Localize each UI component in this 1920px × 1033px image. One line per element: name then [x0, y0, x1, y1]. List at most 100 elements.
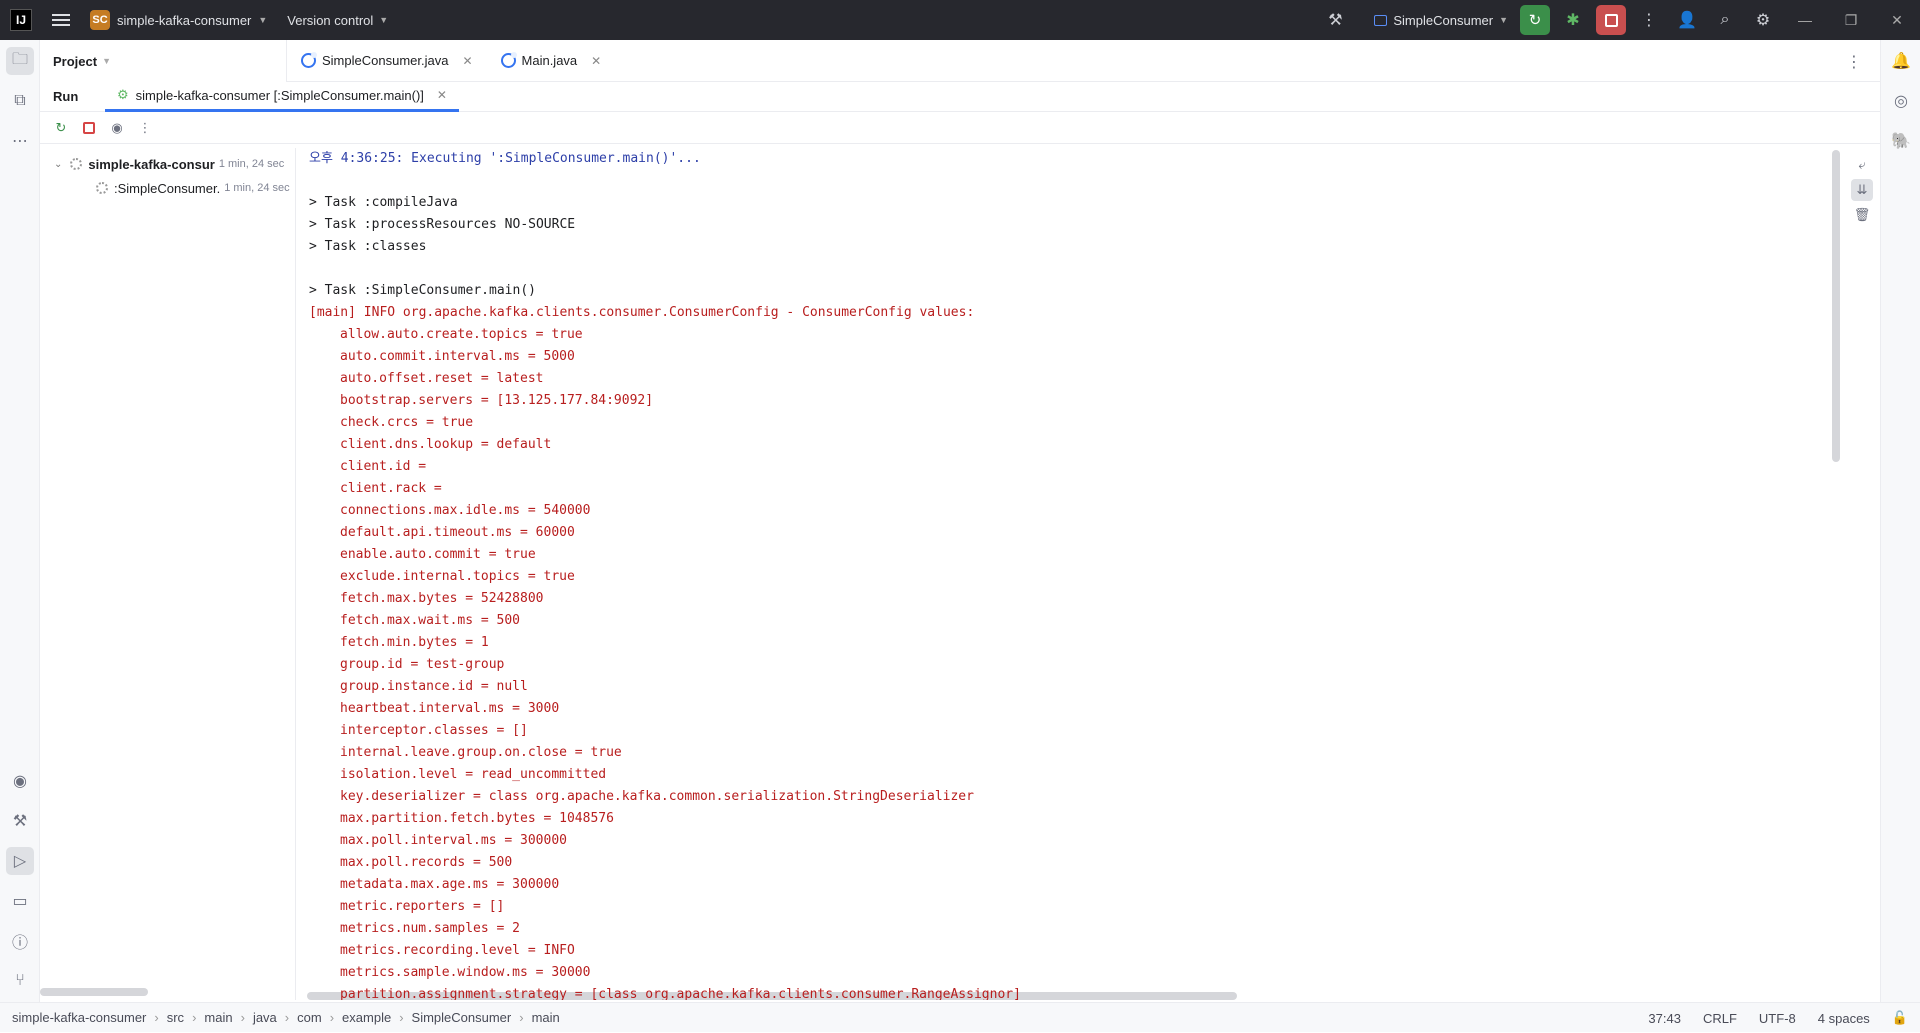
more-vertical-icon[interactable]: ⋮ [1635, 6, 1663, 34]
run-tab-label: simple-kafka-consumer [:SimpleConsumer.m… [135, 87, 424, 103]
chevron-down-icon: ▼ [379, 15, 389, 25]
tree-item-task[interactable]: :SimpleConsumer. 1 min, 24 sec [96, 176, 290, 200]
title-bar: IJ SC simple-kafka-consumer ▼ Version co… [0, 0, 1920, 40]
tab-simpleconsumer-java[interactable]: SimpleConsumer.java ✕ [287, 40, 487, 82]
breadcrumb-separator-icon: › [399, 1010, 404, 1025]
indent-setting[interactable]: 4 spaces [1818, 1011, 1870, 1026]
problems-icon[interactable]: ⓘ [6, 927, 34, 955]
main-menu-icon[interactable] [52, 14, 70, 26]
run-config-name: SimpleConsumer [1393, 12, 1494, 28]
settings-gear-icon[interactable]: ⚙ [1749, 6, 1777, 34]
console-line: fetch.max.bytes = 52428800 [340, 591, 544, 606]
editor-more-icon[interactable]: ⋮ [1846, 52, 1862, 72]
breadcrumb-item[interactable]: SimpleConsumer [412, 1010, 512, 1025]
tree-item-label: :SimpleConsumer. [114, 180, 221, 196]
git-branch-icon[interactable]: ⑂ [6, 967, 34, 995]
maximize-button[interactable]: ❐ [1828, 0, 1874, 40]
line-separator[interactable]: CRLF [1703, 1011, 1737, 1026]
intellij-logo-icon[interactable]: IJ [10, 9, 32, 31]
console-vertical-scrollbar[interactable] [1832, 150, 1840, 462]
console-line: fetch.min.bytes = 1 [340, 635, 489, 650]
project-folder-icon[interactable]: 🗀 [6, 47, 34, 75]
project-panel-header[interactable]: Project ▼ [40, 40, 287, 82]
file-encoding[interactable]: UTF-8 [1759, 1011, 1796, 1026]
build-icon[interactable]: ⚒ [6, 807, 34, 835]
running-spinner-icon [70, 158, 83, 170]
rerun-button[interactable]: ↻ [1520, 5, 1550, 35]
console-line: > Task :processResources NO-SOURCE [309, 217, 576, 232]
console-line: > Task :SimpleConsumer.main() [309, 283, 536, 298]
console-output[interactable]: 오후 4:36:25: Executing ':SimpleConsumer.m… [297, 148, 1842, 1000]
editor-tab-bar: SimpleConsumer.java ✕ Main.java ✕ ⋮ [287, 40, 1880, 82]
close-tab-icon[interactable]: ✕ [437, 88, 447, 102]
soft-wrap-icon[interactable]: ⤶ [1851, 154, 1873, 176]
cursor-position[interactable]: 37:43 [1648, 1011, 1681, 1026]
console-line: max.partition.fetch.bytes = 1048576 [340, 811, 614, 826]
stop-button[interactable] [1596, 5, 1626, 35]
breadcrumb-item[interactable]: java [253, 1010, 277, 1025]
console-line: metrics.recording.level = INFO [340, 943, 575, 958]
tree-item-project[interactable]: ⌄ simple-kafka-consur 1 min, 24 sec [54, 152, 284, 176]
minimize-button[interactable]: — [1782, 0, 1828, 40]
tree-item-label: simple-kafka-consur [88, 156, 215, 172]
console-line: default.api.timeout.ms = 60000 [340, 525, 575, 540]
show-eye-icon[interactable]: ◉ [108, 119, 126, 137]
console-line: group.id = test-group [340, 657, 505, 672]
notifications-bell-icon[interactable]: 🔔 [1887, 47, 1915, 75]
more-horizontal-icon[interactable]: ⋯ [6, 127, 34, 155]
console-line: group.instance.id = null [340, 679, 528, 694]
breadcrumb-item[interactable]: com [297, 1010, 322, 1025]
close-tab-icon[interactable]: ✕ [462, 54, 472, 68]
tree-horizontal-scrollbar[interactable] [40, 988, 148, 996]
breadcrumb-item[interactable]: simple-kafka-consumer [12, 1010, 146, 1025]
stop-icon[interactable] [80, 119, 98, 137]
add-user-icon[interactable]: 👤 [1673, 6, 1701, 34]
structure-icon[interactable]: ⧉ [6, 87, 34, 115]
build-hammer-icon[interactable]: ⚒ [1321, 6, 1349, 34]
console-line: [main] INFO org.apache.kafka.clients.con… [309, 305, 975, 320]
tab-main-java[interactable]: Main.java ✕ [487, 40, 616, 82]
console-line: > Task :classes [309, 239, 427, 254]
console-line: > Task :compileJava [309, 195, 458, 210]
search-icon[interactable]: ⌕ [1711, 6, 1739, 34]
console-line: bootstrap.servers = [13.125.177.84:9092] [340, 393, 654, 408]
breadcrumb-item[interactable]: src [167, 1010, 184, 1025]
gradle-elephant-icon[interactable]: 🐘 [1887, 127, 1915, 155]
close-window-button[interactable]: ✕ [1874, 0, 1920, 40]
more-vertical-icon[interactable]: ⋮ [136, 119, 154, 137]
breadcrumb-item[interactable]: main [204, 1010, 232, 1025]
rerun-icon[interactable]: ↻ [52, 119, 70, 137]
breadcrumb-item[interactable]: example [342, 1010, 391, 1025]
console-line: client.dns.lookup = default [340, 437, 552, 452]
tab-label: SimpleConsumer.java [322, 53, 449, 68]
console-line: metrics.num.samples = 2 [340, 921, 521, 936]
breadcrumb-separator-icon: › [284, 1010, 290, 1025]
breadcrumb: simple-kafka-consumer › src › main › java › com ›… [12, 1010, 560, 1025]
tree-item-time: 1 min, 24 sec [224, 182, 290, 194]
vcs-selector[interactable]: Version control ▼ [287, 13, 388, 28]
close-tab-icon[interactable]: ✕ [591, 54, 601, 68]
tab-label: Main.java [521, 53, 578, 68]
breadcrumb-item[interactable]: main [532, 1010, 560, 1025]
run-config-selector[interactable]: SimpleConsumer ▼ [1374, 13, 1508, 28]
console-line: max.poll.records = 500 [340, 855, 513, 870]
left-tool-strip: 🗀 ⧉ ⋯ ◉ ⚒ ▷ ▭ ⓘ ⑂ [0, 40, 40, 1002]
tree-item-time: 1 min, 24 sec [218, 158, 285, 170]
scroll-to-end-icon[interactable]: ⇊ [1851, 179, 1873, 201]
project-selector[interactable]: SC simple-kafka-consumer ▼ [90, 10, 267, 30]
run-tool-icon[interactable]: ▷ [6, 847, 34, 875]
debug-bug-icon[interactable]: ✱ [1559, 6, 1587, 34]
console-line: partition.assignment.strategy = [class o… [340, 987, 1021, 1000]
console-line: fetch.max.wait.ms = 500 [340, 613, 521, 628]
run-tab[interactable]: ⚙ simple-kafka-consumer [:SimpleConsumer… [105, 82, 459, 112]
chevron-down-icon[interactable]: ⌄ [54, 159, 62, 170]
ai-assistant-icon[interactable]: ◎ [1887, 87, 1915, 115]
project-name: simple-kafka-consumer [117, 12, 252, 28]
terminal-icon[interactable]: ▭ [6, 887, 34, 915]
console-line: auto.offset.reset = latest [340, 371, 544, 386]
read-only-lock-icon[interactable]: 🔓 [1892, 1010, 1908, 1026]
console-line: internal.leave.group.on.close = true [340, 745, 622, 760]
services-icon[interactable]: ◉ [6, 767, 34, 795]
clear-trash-icon[interactable]: 🗑 [1851, 204, 1873, 226]
breadcrumb-separator-icon: › [519, 1010, 524, 1025]
